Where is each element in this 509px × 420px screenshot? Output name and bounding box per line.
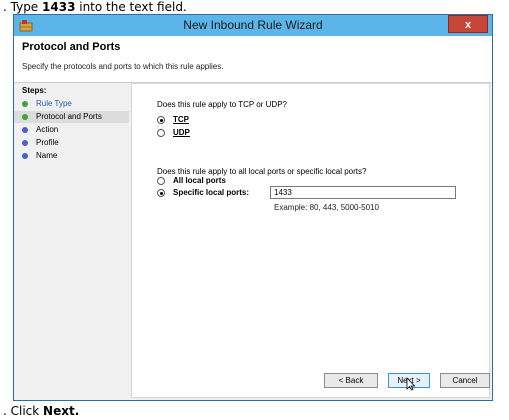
steps-panel: Steps: Rule Type Protocol and Ports Acti… bbox=[14, 83, 129, 400]
specific-local-ports-label[interactable]: Specific local ports: bbox=[173, 188, 249, 197]
page-title: Protocol and Ports bbox=[22, 41, 121, 53]
instruction-step-click: . Click Next. bbox=[3, 404, 79, 418]
step-status-icon bbox=[22, 153, 28, 159]
step-label: Protocol and Ports bbox=[36, 112, 102, 121]
wizard-header: Protocol and Ports Specify the protocols… bbox=[14, 36, 492, 83]
step-name[interactable]: Name bbox=[14, 150, 129, 162]
step-label: Action bbox=[36, 125, 59, 134]
page-subtitle: Specify the protocols and ports to which… bbox=[22, 62, 224, 71]
step-status-icon bbox=[22, 114, 28, 120]
window-title: New Inbound Rule Wizard bbox=[183, 18, 323, 32]
instruction-step-type: . Type 1433 into the text field. bbox=[3, 0, 187, 14]
wizard-window: New Inbound Rule Wizard x Protocol and P… bbox=[13, 14, 493, 401]
step-label: Rule Type bbox=[36, 99, 72, 108]
udp-radio[interactable] bbox=[157, 129, 165, 137]
all-local-ports-radio[interactable] bbox=[157, 177, 165, 185]
tcp-label-text: TCP bbox=[173, 115, 189, 124]
cancel-button[interactable]: Cancel bbox=[440, 373, 490, 388]
ports-example: Example: 80, 443, 5000-5010 bbox=[274, 203, 379, 212]
step-action[interactable]: Action bbox=[14, 124, 129, 136]
protocol-question: Does this rule apply to TCP or UDP? bbox=[157, 100, 287, 109]
udp-label[interactable]: UDP bbox=[173, 128, 190, 137]
step-status-icon bbox=[22, 127, 28, 133]
step-label: Profile bbox=[36, 138, 59, 147]
step-profile[interactable]: Profile bbox=[14, 137, 129, 149]
step-status-icon bbox=[22, 101, 28, 107]
step-rule-type[interactable]: Rule Type bbox=[14, 98, 129, 110]
back-button[interactable]: < Back bbox=[324, 373, 378, 388]
step-protocol-and-ports[interactable]: Protocol and Ports bbox=[14, 111, 129, 123]
steps-title: Steps: bbox=[22, 86, 47, 95]
all-local-ports-label[interactable]: All local ports bbox=[173, 176, 226, 185]
close-button[interactable]: x bbox=[448, 15, 488, 33]
instruction-suffix: into the text field. bbox=[75, 0, 187, 14]
ports-question: Does this rule apply to all local ports … bbox=[157, 167, 367, 176]
step-status-icon bbox=[22, 140, 28, 146]
instruction-prefix: . Type bbox=[3, 0, 43, 14]
specific-local-ports-radio[interactable] bbox=[157, 189, 165, 197]
instruction-value: 1433 bbox=[42, 0, 76, 14]
tcp-label[interactable]: TCP bbox=[173, 115, 189, 124]
instruction-prefix: . Click bbox=[3, 404, 44, 418]
udp-label-text: UDP bbox=[173, 128, 190, 137]
ports-input[interactable]: 1433 bbox=[270, 186, 456, 199]
title-bar[interactable]: New Inbound Rule Wizard x bbox=[14, 15, 492, 36]
instruction-value: Next. bbox=[43, 404, 80, 418]
step-label: Name bbox=[36, 151, 58, 160]
tcp-radio[interactable] bbox=[157, 116, 165, 124]
mouse-pointer-icon bbox=[406, 377, 416, 391]
content-panel: Does this rule apply to TCP or UDP? TCP … bbox=[131, 83, 490, 398]
